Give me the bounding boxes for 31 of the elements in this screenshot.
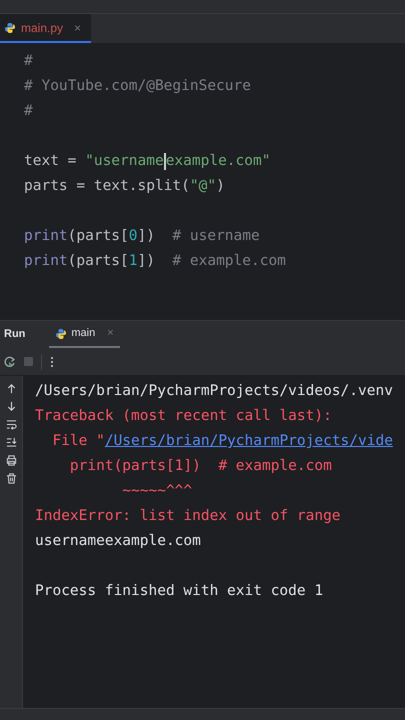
up-arrow-icon[interactable]	[6, 383, 16, 394]
close-icon[interactable]: ×	[107, 325, 114, 342]
more-icon[interactable]	[50, 356, 54, 368]
code-line: print(parts[1]) # example.com	[24, 252, 286, 271]
python-file-icon	[4, 22, 16, 34]
python-icon	[55, 328, 68, 340]
scroll-to-end-icon[interactable]	[6, 437, 16, 448]
code-line: parts = text.split("@")	[24, 177, 225, 196]
console-text: Process finished with exit code 1	[35, 582, 324, 601]
print-icon[interactable]	[6, 455, 16, 466]
editor-tab[interactable]: main.py ×	[0, 14, 92, 43]
code-line: text = "username example.com"	[24, 152, 270, 172]
console-text: Traceback (most recent call last):	[35, 407, 332, 426]
console-text: IndexError: list index out of range	[35, 507, 341, 526]
code-line: # YouTube.com/@BeginSecure	[24, 77, 251, 96]
code-line: print(parts[0]) # username	[24, 227, 260, 246]
code-line: #	[24, 52, 33, 71]
text-cursor	[164, 152, 166, 170]
console-text: print(parts[1]) # example.com	[68, 457, 332, 476]
code-line: #	[24, 102, 33, 121]
soft-wrap-icon[interactable]	[6, 419, 16, 430]
panel-title: Run	[3, 327, 26, 342]
rerun-icon[interactable]	[4, 356, 16, 368]
trash-icon[interactable]	[6, 473, 16, 484]
console-text: ~~~~~^^^	[121, 482, 192, 501]
file-link[interactable]: /Users/brian/PycharmProjects/vide	[104, 429, 393, 454]
console-text: /Users/brian/PycharmProjects/videos/.venv	[35, 382, 393, 401]
close-icon[interactable]: ×	[74, 18, 82, 36]
console-text: usernameexample.com	[35, 532, 201, 551]
down-arrow-icon[interactable]	[6, 401, 16, 412]
console-text: File "	[51, 432, 105, 451]
